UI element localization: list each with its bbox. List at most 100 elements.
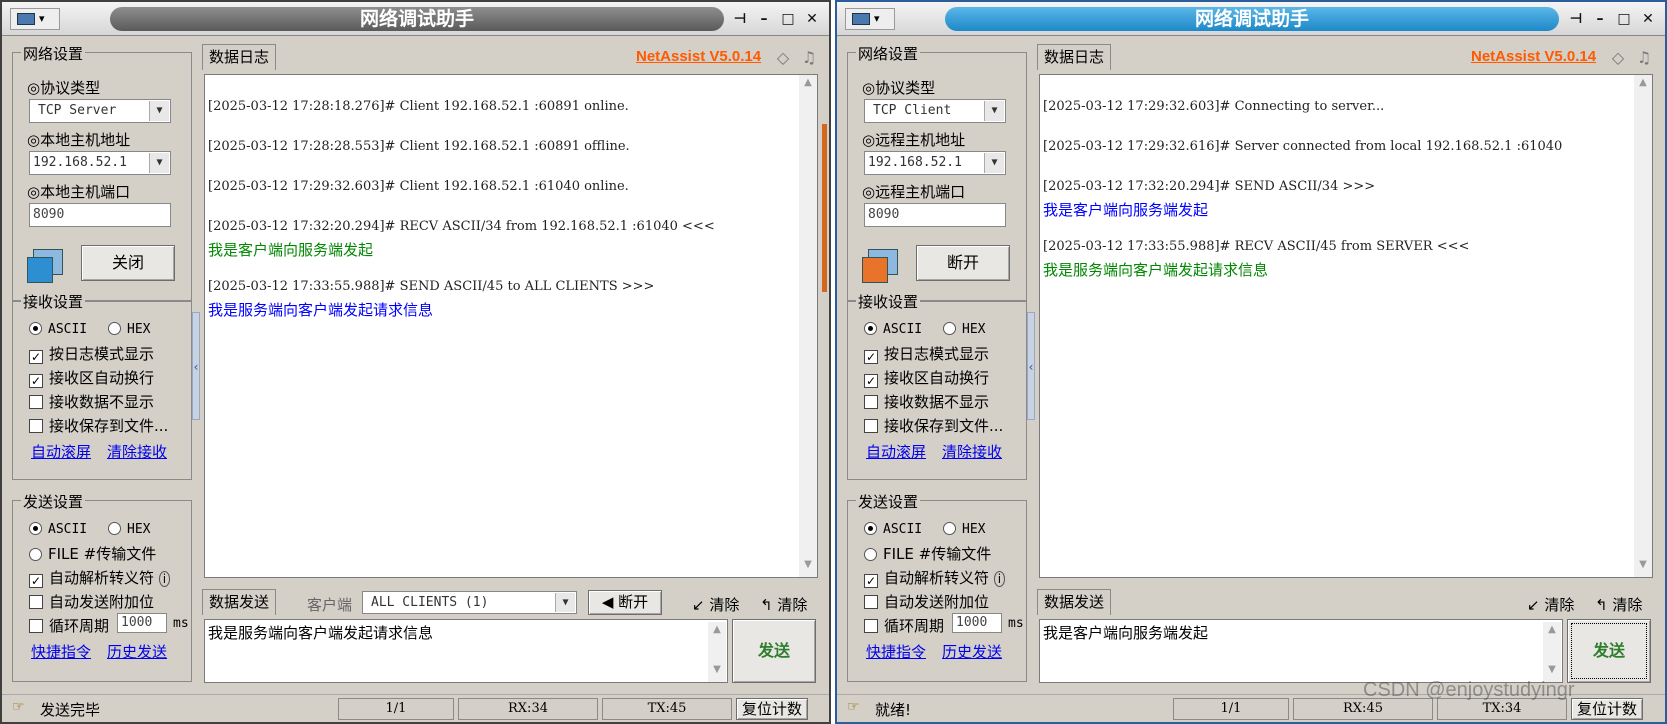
- hide-data-checkbox[interactable]: 接收数据不显示: [29, 391, 154, 412]
- close-button[interactable]: ✕: [1637, 8, 1659, 30]
- log-mode-checkbox[interactable]: ✓ 按日志模式显示: [29, 343, 154, 364]
- protocol-select[interactable]: TCP Server ▼: [29, 99, 171, 123]
- send-scrollbar[interactable]: ▲ ▼: [1543, 622, 1561, 682]
- auto-scroll-link[interactable]: 自动滚屏: [866, 441, 926, 462]
- send-file-radio[interactable]: FILE #传输文件: [29, 543, 156, 564]
- hide-data-checkbox[interactable]: 接收数据不显示: [864, 391, 989, 412]
- title-bar[interactable]: ▾ 网络调试助手 ⊣ – □ ✕: [2, 2, 829, 36]
- send-history-link[interactable]: 历史发送: [942, 641, 1002, 662]
- send-hex-radio[interactable]: HEX: [943, 519, 985, 537]
- quick-commands-link[interactable]: 快捷指令: [866, 641, 926, 662]
- chevron-down-icon[interactable]: ▼: [984, 101, 1004, 121]
- receive-log-area[interactable]: [2025-03-12 17:29:32.603]# Connecting to…: [1039, 74, 1653, 578]
- scroll-down-icon[interactable]: ▼: [1543, 664, 1561, 680]
- cycle-period-checkbox[interactable]: 循环周期: [864, 615, 944, 636]
- chevron-down-icon[interactable]: ▼: [984, 153, 1004, 173]
- close-button[interactable]: ✕: [801, 8, 823, 30]
- auto-wrap-checkbox[interactable]: ✓ 接收区自动换行: [29, 367, 154, 388]
- maximize-button[interactable]: □: [1613, 8, 1635, 30]
- append-bits-checkbox[interactable]: 自动发送附加位: [864, 591, 989, 612]
- escape-parse-checkbox[interactable]: ✓ 自动解析转义符 i: [864, 567, 1006, 588]
- info-icon[interactable]: i: [993, 571, 1006, 587]
- chevron-down-icon[interactable]: ▼: [149, 153, 169, 173]
- send-button[interactable]: 发送: [732, 619, 816, 683]
- host-select[interactable]: 192.168.52.1 ▼: [29, 151, 171, 175]
- escape-parse-checkbox[interactable]: ✓ 自动解析转义符 i: [29, 567, 171, 588]
- cycle-period-input[interactable]: 1000: [952, 613, 1002, 633]
- system-menu-button[interactable]: ▾: [845, 8, 895, 30]
- diamond-icon[interactable]: ◇: [1607, 48, 1629, 68]
- clear-all-button[interactable]: ↰ 清除: [1595, 594, 1642, 615]
- reset-count-button[interactable]: 复位计数: [1571, 698, 1643, 720]
- save-to-file-checkbox[interactable]: 接收保存到文件...: [29, 415, 168, 436]
- cycle-period-checkbox[interactable]: 循环周期: [29, 615, 109, 636]
- log-scrollbar[interactable]: ▲ ▼: [799, 75, 817, 577]
- chevron-down-icon[interactable]: ▼: [149, 101, 169, 121]
- send-history-link[interactable]: 历史发送: [107, 641, 167, 662]
- reset-count-button[interactable]: 复位计数: [736, 698, 808, 720]
- tab-data-send[interactable]: 数据发送: [202, 589, 277, 615]
- send-textarea[interactable]: 我是客户端向服务端发起: [1039, 619, 1563, 683]
- scroll-down-icon[interactable]: ▼: [708, 664, 726, 680]
- pin-icon[interactable]: ⊣: [1565, 8, 1587, 30]
- scroll-up-icon[interactable]: ▲: [708, 624, 726, 640]
- auto-wrap-checkbox[interactable]: ✓ 接收区自动换行: [864, 367, 989, 388]
- auto-scroll-link[interactable]: 自动滚屏: [31, 441, 91, 462]
- receive-hex-radio[interactable]: HEX: [108, 319, 150, 337]
- clear-receive-link[interactable]: 清除接收: [942, 441, 1002, 462]
- clear-all-button[interactable]: ↰ 清除: [760, 594, 807, 615]
- title-bar[interactable]: ▾ 网络调试助手 ⊣ – □ ✕: [837, 2, 1665, 36]
- minimize-button[interactable]: –: [1589, 8, 1611, 30]
- port-input[interactable]: 8090: [29, 203, 171, 227]
- protocol-select[interactable]: TCP Client ▼: [864, 99, 1006, 123]
- diamond-icon[interactable]: ◇: [772, 48, 794, 68]
- close-connection-button[interactable]: 关闭: [81, 245, 175, 281]
- maximize-button[interactable]: □: [777, 8, 799, 30]
- client-select[interactable]: ALL CLIENTS (1) ▼: [362, 591, 577, 614]
- tab-data-log[interactable]: 数据日志: [202, 44, 277, 70]
- scroll-up-icon[interactable]: ▲: [1543, 624, 1561, 640]
- clear-receive-link[interactable]: 清除接收: [107, 441, 167, 462]
- send-hex-radio[interactable]: HEX: [108, 519, 150, 537]
- scroll-up-icon[interactable]: ▲: [799, 77, 817, 93]
- disconnect-client-button[interactable]: ◀ 断开: [588, 590, 662, 615]
- send-button[interactable]: 发送: [1567, 619, 1651, 683]
- send-file-radio[interactable]: FILE #传输文件: [864, 543, 991, 564]
- quick-commands-link[interactable]: 快捷指令: [31, 641, 91, 662]
- info-icon[interactable]: i: [158, 571, 171, 587]
- log-scrollbar[interactable]: ▲ ▼: [1634, 75, 1652, 577]
- sidebar-collapse-handle[interactable]: ‹: [1027, 312, 1035, 420]
- minimize-button[interactable]: –: [753, 8, 775, 30]
- port-input[interactable]: 8090: [864, 203, 1006, 227]
- save-to-file-checkbox[interactable]: 接收保存到文件...: [864, 415, 1003, 436]
- log-mode-checkbox[interactable]: ✓ 按日志模式显示: [864, 343, 989, 364]
- receive-ascii-radio[interactable]: ASCII: [29, 319, 87, 337]
- chevron-down-icon[interactable]: ▼: [555, 593, 575, 612]
- receive-ascii-radio[interactable]: ASCII: [864, 319, 922, 337]
- send-ascii-radio[interactable]: ASCII: [864, 519, 922, 537]
- brand-link[interactable]: NetAssist V5.0.14: [1471, 48, 1596, 65]
- disconnect-button[interactable]: 断开: [916, 245, 1010, 281]
- tab-data-log[interactable]: 数据日志: [1037, 44, 1112, 70]
- send-scrollbar[interactable]: ▲ ▼: [708, 622, 726, 682]
- receive-hex-radio[interactable]: HEX: [943, 319, 985, 337]
- scroll-down-icon[interactable]: ▼: [799, 559, 817, 575]
- host-select[interactable]: 192.168.52.1 ▼: [864, 151, 1006, 175]
- receive-log-area[interactable]: [2025-03-12 17:28:18.276]# Client 192.16…: [204, 74, 818, 578]
- tab-data-send[interactable]: 数据发送: [1037, 589, 1112, 615]
- window-resize-handle[interactable]: [822, 124, 827, 292]
- send-ascii-radio[interactable]: ASCII: [29, 519, 87, 537]
- brand-link[interactable]: NetAssist V5.0.14: [636, 48, 761, 65]
- scroll-down-icon[interactable]: ▼: [1634, 559, 1652, 575]
- cycle-period-input[interactable]: 1000: [117, 613, 167, 633]
- sidebar-collapse-handle[interactable]: ‹: [192, 312, 200, 420]
- send-textarea[interactable]: 我是服务端向客户端发起请求信息: [204, 619, 728, 683]
- append-bits-checkbox[interactable]: 自动发送附加位: [29, 591, 154, 612]
- system-menu-button[interactable]: ▾: [10, 8, 60, 30]
- bell-icon[interactable]: ♫: [798, 48, 820, 68]
- clear-send-button[interactable]: ↙ 清除: [1527, 594, 1574, 615]
- scroll-up-icon[interactable]: ▲: [1634, 77, 1652, 93]
- pin-icon[interactable]: ⊣: [729, 8, 751, 30]
- clear-send-button[interactable]: ↙ 清除: [692, 594, 739, 615]
- bell-icon[interactable]: ♫: [1633, 48, 1655, 68]
